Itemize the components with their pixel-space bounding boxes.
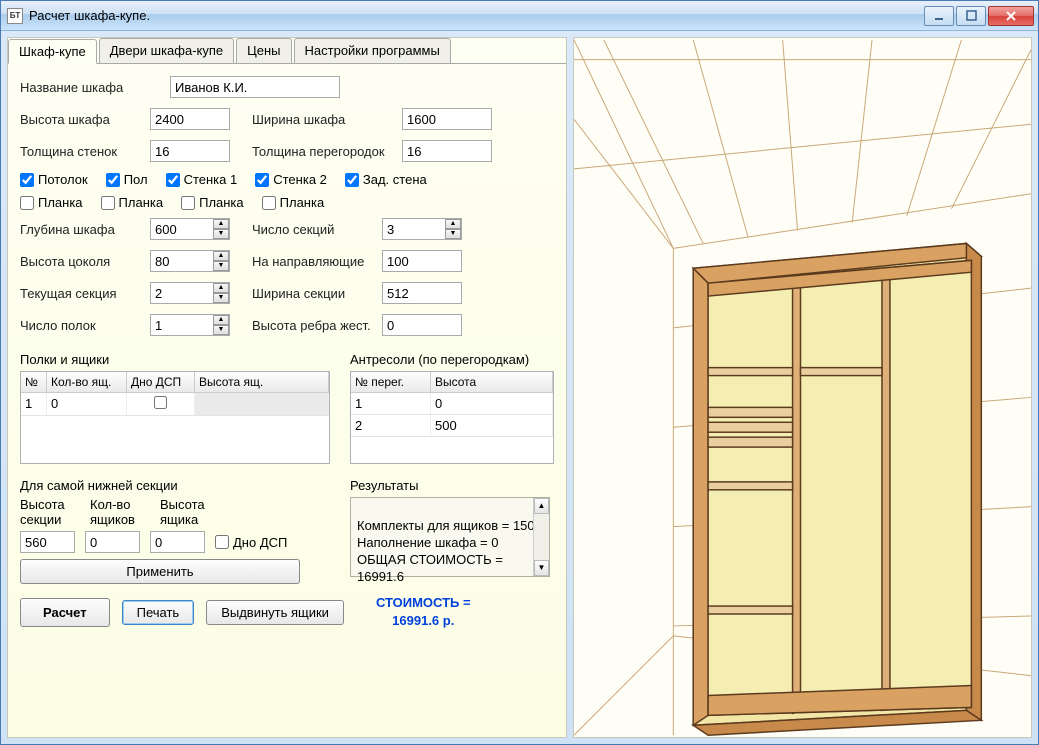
mezz-grid[interactable]: № перег. Высота 10 2500 (350, 371, 554, 464)
print-button[interactable]: Печать (122, 600, 195, 625)
rib-input[interactable] (382, 314, 462, 336)
check-top-checkbox-4[interactable] (345, 173, 359, 187)
titlebar: БТ Расчет шкафа-купе. (1, 1, 1038, 31)
plinth-spinner[interactable]: ▲▼ (213, 251, 229, 271)
shelves-spinner[interactable]: ▲▼ (213, 315, 229, 335)
check-plank-checkbox-2[interactable] (181, 196, 195, 210)
width-label: Ширина шкафа (252, 112, 402, 127)
bottom-dno-checkbox[interactable] (215, 535, 229, 549)
cur-section-spinner[interactable]: ▲▼ (213, 283, 229, 303)
tab-settings[interactable]: Настройки программы (294, 38, 451, 63)
section-width-input[interactable] (382, 282, 462, 304)
check-top-checkbox-2[interactable] (166, 173, 180, 187)
preview-3d[interactable] (573, 37, 1032, 738)
maximize-button[interactable] (956, 6, 986, 26)
depth-label: Глубина шкафа (20, 222, 150, 237)
check-plank-3[interactable]: Планка (262, 195, 325, 210)
width-input[interactable] (402, 108, 492, 130)
check-top-1[interactable]: Пол (106, 172, 148, 187)
results-scrollbar[interactable]: ▲▼ (533, 498, 549, 576)
shelves-label: Число полок (20, 318, 150, 333)
checkbox-row-top: Потолок Пол Стенка 1 Стенка 2 Зад. стена (20, 172, 554, 187)
check-top-checkbox-0[interactable] (20, 173, 34, 187)
extend-drawers-button[interactable]: Выдвинуть ящики (206, 600, 344, 625)
height-input[interactable] (150, 108, 230, 130)
apply-button[interactable]: Применить (20, 559, 300, 584)
bottom-count-input[interactable] (85, 531, 140, 553)
tab-doors[interactable]: Двери шкафа-купе (99, 38, 234, 63)
calc-button[interactable]: Расчет (20, 598, 110, 627)
results-box: Комплекты для ящиков = 1500 Наполнение ш… (350, 497, 550, 577)
section-width-label: Ширина секции (252, 286, 382, 301)
shelves-grid[interactable]: № Кол-во ящ. Дно ДСП Высота ящ. 1 0 (20, 371, 330, 464)
client-area: Шкаф-купе Двери шкафа-купе Цены Настройк… (1, 31, 1038, 744)
check-plank-checkbox-0[interactable] (20, 196, 34, 210)
check-top-checkbox-3[interactable] (255, 173, 269, 187)
wall-thick-label: Толщина стенок (20, 144, 150, 159)
sections-label: Число секций (252, 222, 382, 237)
app-icon: БТ (7, 8, 23, 24)
check-top-checkbox-1[interactable] (106, 173, 120, 187)
name-input[interactable] (170, 76, 340, 98)
dno-dsp-checkbox[interactable] (154, 396, 167, 409)
bottom-boxheight-input[interactable] (150, 531, 205, 553)
bottom-height-input[interactable] (20, 531, 75, 553)
bottom-section-title: Для самой нижней секции (20, 478, 330, 493)
tabs: Шкаф-купе Двери шкафа-купе Цены Настройк… (8, 38, 566, 64)
cur-section-label: Текущая секция (20, 286, 150, 301)
checkbox-row-plank: Планка Планка Планка Планка (20, 195, 554, 210)
window-title: Расчет шкафа-купе. (29, 8, 924, 23)
part-thick-label: Толщина перегородок (252, 144, 402, 159)
cost-display: СТОИМОСТЬ =16991.6 р. (376, 594, 471, 630)
depth-spinner[interactable]: ▲▼ (213, 219, 229, 239)
tab-prices[interactable]: Цены (236, 38, 291, 63)
sections-spinner[interactable]: ▲▼ (445, 219, 461, 239)
shelves-grid-title: Полки и ящики (20, 352, 330, 367)
mezz-grid-title: Антресоли (по перегородкам) (350, 352, 554, 367)
table-row[interactable]: 10 (351, 393, 553, 415)
wall-thick-input[interactable] (150, 140, 230, 162)
check-plank-1[interactable]: Планка (101, 195, 164, 210)
minimize-button[interactable] (924, 6, 954, 26)
check-top-2[interactable]: Стенка 1 (166, 172, 238, 187)
check-top-4[interactable]: Зад. стена (345, 172, 427, 187)
part-thick-input[interactable] (402, 140, 492, 162)
table-row[interactable]: 1 0 (21, 393, 329, 416)
check-plank-checkbox-3[interactable] (262, 196, 276, 210)
check-top-3[interactable]: Стенка 2 (255, 172, 327, 187)
check-plank-0[interactable]: Планка (20, 195, 83, 210)
app-window: БТ Расчет шкафа-купе. Шкаф-купе Двери шк… (0, 0, 1039, 745)
close-button[interactable] (988, 6, 1034, 26)
left-panel: Шкаф-купе Двери шкафа-купе Цены Настройк… (7, 37, 567, 738)
tab-wardrobe[interactable]: Шкаф-купе (8, 39, 97, 64)
check-plank-2[interactable]: Планка (181, 195, 244, 210)
check-plank-checkbox-1[interactable] (101, 196, 115, 210)
rib-label: Высота ребра жест. (252, 318, 382, 333)
name-label: Название шкафа (20, 80, 170, 95)
table-row[interactable]: 2500 (351, 415, 553, 437)
plinth-label: Высота цоколя (20, 254, 150, 269)
rails-label: На направляющие (252, 254, 382, 269)
results-title: Результаты (350, 478, 554, 493)
check-top-0[interactable]: Потолок (20, 172, 88, 187)
height-label: Высота шкафа (20, 112, 150, 127)
rails-input[interactable] (382, 250, 462, 272)
